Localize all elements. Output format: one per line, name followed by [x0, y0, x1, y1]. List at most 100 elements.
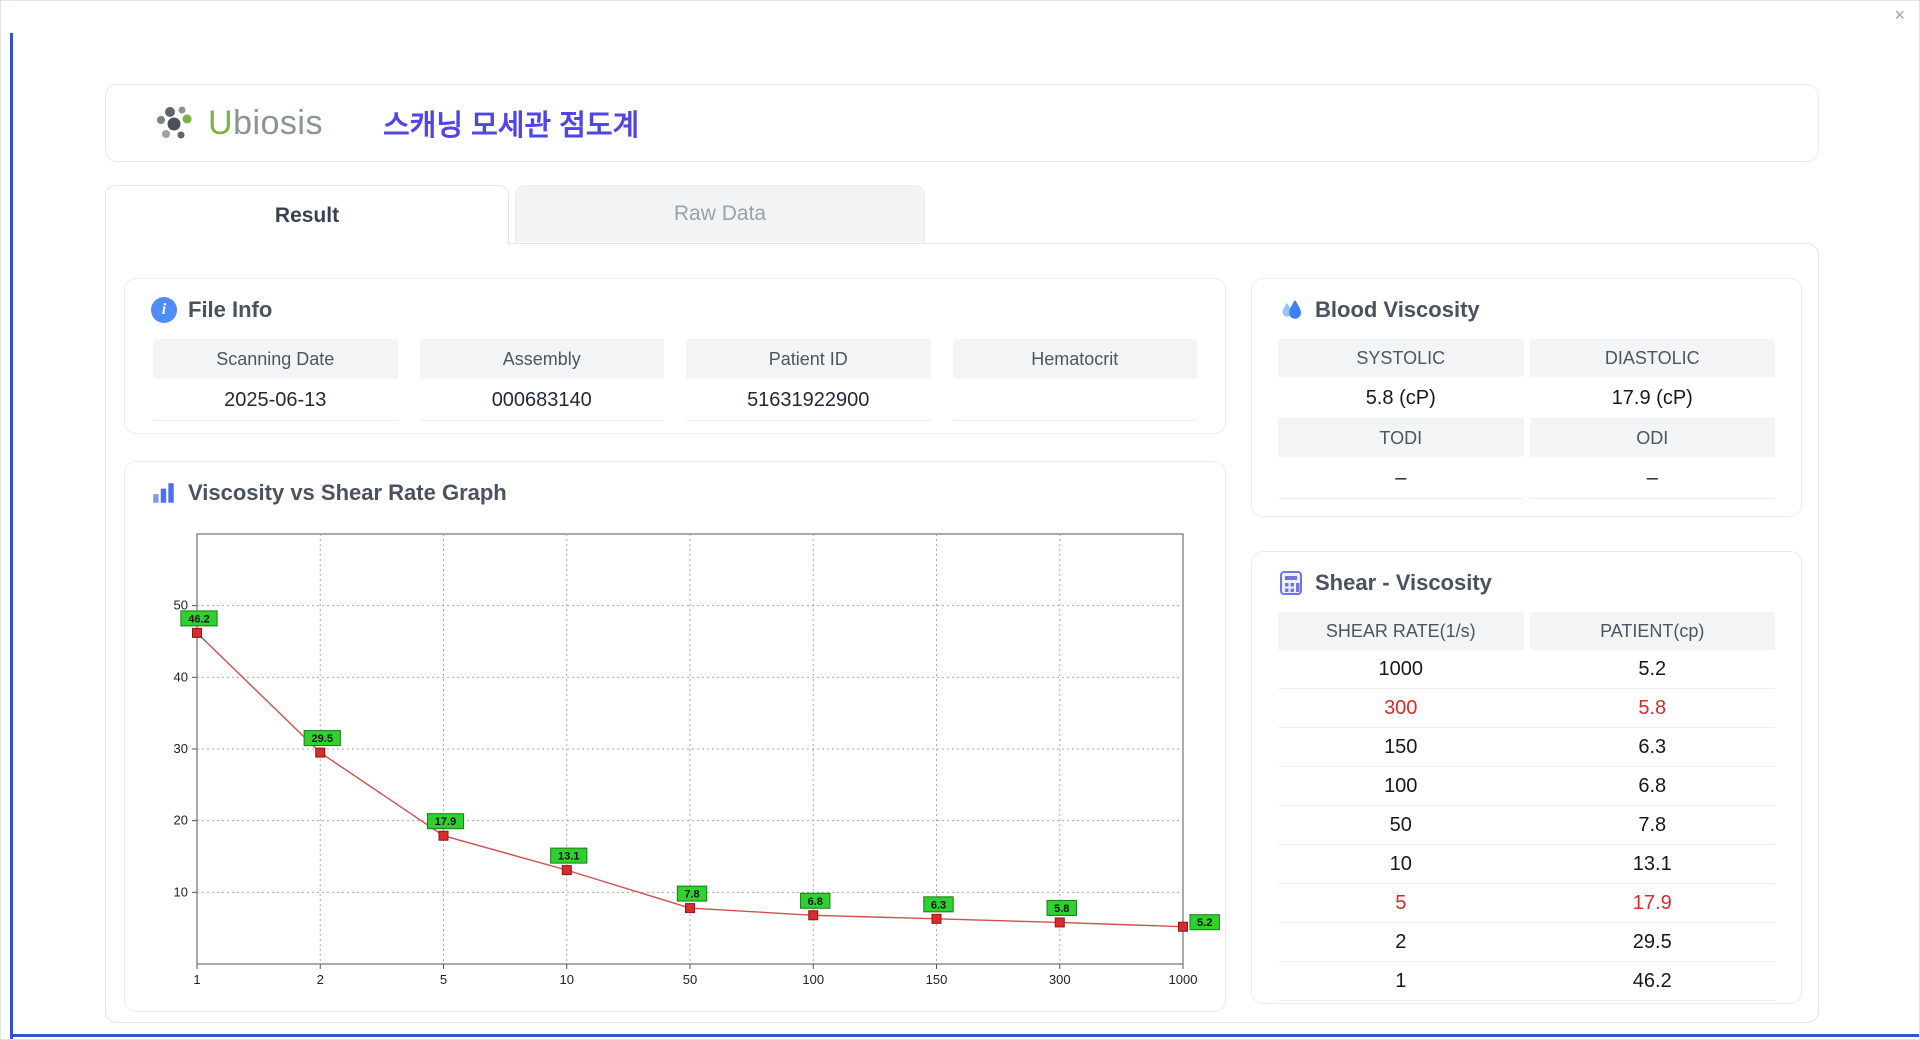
shear-rate-cell: 5 [1395, 892, 1407, 914]
svg-text:2: 2 [317, 972, 324, 987]
field-label: Assembly [419, 339, 664, 379]
app-window: × Ubiosis 스캐닝 모세관 점도계 Result Raw Data i … [0, 0, 1920, 1040]
bv-value: 5.8 (cP) [1278, 377, 1524, 419]
svg-text:100: 100 [802, 972, 824, 987]
bv-label: TODI [1278, 419, 1524, 457]
field-label: Scanning Date [153, 339, 398, 379]
tab-raw-data[interactable]: Raw Data [515, 185, 925, 242]
patient-cell: 46.2 [1632, 970, 1672, 992]
field-value: 51631922900 [686, 379, 931, 421]
field-value [952, 379, 1197, 421]
shear-table-body: 1000 5.2 300 5.8 150 6.3 100 6.8 50 7.8 10 13.1 5 17.… [1278, 650, 1775, 1001]
shear-rate-cell: 150 [1384, 736, 1418, 758]
svg-text:5.2: 5.2 [1197, 917, 1212, 929]
shear-rate-cell: 2 [1395, 931, 1407, 953]
table-row: 2 29.5 [1278, 923, 1775, 962]
info-icon: i [151, 297, 177, 323]
svg-text:6.8: 6.8 [808, 896, 823, 908]
svg-text:29.5: 29.5 [312, 733, 333, 745]
blood-viscosity-heading: Blood Viscosity [1278, 297, 1775, 323]
file-info-field: Assembly 000683140 [419, 339, 664, 421]
calculator-icon [1280, 571, 1302, 595]
table-row: 150 6.3 [1278, 728, 1775, 767]
close-icon[interactable]: × [1894, 5, 1905, 26]
field-label: Hematocrit [952, 339, 1197, 379]
file-info-fields: Scanning Date 2025-06-13 Assembly 000683… [153, 339, 1197, 421]
tab-result[interactable]: Result [105, 185, 509, 245]
file-info-field: Hematocrit [952, 339, 1197, 421]
blood-viscosity-title: Blood Viscosity [1315, 297, 1480, 322]
bv-label: DIASTOLIC [1529, 339, 1775, 377]
file-info-heading: i File Info [151, 297, 1199, 323]
svg-text:6.3: 6.3 [931, 899, 946, 911]
blood-viscosity-card: Blood Viscosity SYSTOLIC DIASTOLIC 5.8 (… [1251, 278, 1802, 517]
patient-cell: 13.1 [1632, 853, 1672, 875]
table-row: 50 7.8 [1278, 806, 1775, 845]
header: Ubiosis 스캐닝 모세관 점도계 [105, 84, 1819, 162]
shear-rate-cell: 1000 [1378, 658, 1424, 680]
svg-text:10: 10 [560, 972, 574, 987]
shear-rate-cell: 1 [1395, 970, 1407, 992]
column-header-shear-rate: SHEAR RATE(1/s) [1278, 612, 1524, 650]
shear-viscosity-title: Shear - Viscosity [1315, 570, 1492, 595]
shear-rate-cell: 10 [1389, 853, 1412, 875]
svg-text:30: 30 [174, 741, 188, 756]
svg-text:17.9: 17.9 [435, 816, 456, 828]
patient-cell: 17.9 [1632, 892, 1672, 914]
viscosity-chart: 1 2 5 10 50 100 150 300 1000102030405046.229.517… [174, 533, 1220, 987]
table-row: 1 46.2 [1278, 962, 1775, 1001]
ubiosis-logo-icon [157, 106, 192, 139]
bv-value: – [1278, 457, 1524, 499]
file-info-field: Scanning Date 2025-06-13 [153, 339, 398, 421]
viscosity-graph-card: Viscosity vs Shear Rate Graph 1 2 5 10 50 100… [124, 461, 1226, 1012]
bv-value: 17.9 (cP) [1529, 377, 1775, 419]
table-row: 100 6.8 [1278, 767, 1775, 806]
svg-text:7.8: 7.8 [684, 889, 699, 901]
svg-text:13.1: 13.1 [558, 851, 579, 863]
shear-rate-cell: 300 [1384, 697, 1418, 719]
field-label: Patient ID [686, 339, 931, 379]
svg-text:1: 1 [193, 972, 200, 987]
patient-cell: 6.3 [1638, 736, 1667, 758]
column-header-patient: PATIENT(cp) [1529, 612, 1775, 650]
patient-cell: 6.8 [1638, 775, 1667, 797]
svg-text:10: 10 [174, 884, 188, 899]
window-accent-left [10, 33, 13, 1039]
graph-heading: Viscosity vs Shear Rate Graph [151, 480, 1199, 506]
logo-u: U [208, 103, 234, 142]
file-info-title: File Info [188, 297, 273, 322]
patient-cell: 7.8 [1638, 814, 1667, 836]
bv-label: SYSTOLIC [1278, 339, 1524, 377]
patient-cell: 5.8 [1638, 697, 1667, 719]
svg-text:46.2: 46.2 [188, 613, 209, 625]
shear-rate-cell: 50 [1389, 814, 1412, 836]
table-row: 10 13.1 [1278, 845, 1775, 884]
table-row: 5 17.9 [1278, 884, 1775, 923]
svg-text:5.8: 5.8 [1054, 903, 1069, 915]
result-panel: i File Info Scanning Date 2025-06-13 Ass… [105, 243, 1819, 1023]
svg-text:40: 40 [174, 669, 188, 684]
svg-text:50: 50 [683, 972, 697, 987]
shear-viscosity-card: Shear - Viscosity SHEAR RATE(1/s) PATIEN… [1251, 551, 1802, 1004]
svg-text:5: 5 [440, 972, 447, 987]
table-row: 300 5.8 [1278, 689, 1775, 728]
app-title: 스캐닝 모세관 점도계 [383, 110, 640, 142]
svg-text:20: 20 [174, 813, 188, 828]
blood-viscosity-grid: SYSTOLIC DIASTOLIC 5.8 (cP) 17.9 (cP) TO… [1278, 339, 1775, 499]
patient-cell: 29.5 [1632, 931, 1672, 953]
field-value: 2025-06-13 [153, 379, 398, 421]
shear-table-header: SHEAR RATE(1/s) PATIENT(cp) [1278, 612, 1775, 650]
bar-chart-icon [153, 483, 174, 503]
shear-viscosity-heading: Shear - Viscosity [1278, 570, 1775, 596]
file-info-field: Patient ID 51631922900 [686, 339, 931, 421]
field-value: 000683140 [419, 379, 664, 421]
shear-rate-cell: 100 [1384, 775, 1418, 797]
window-accent-bottom [10, 1034, 1919, 1037]
logo-rest: biosis [233, 103, 323, 142]
svg-text:150: 150 [926, 972, 948, 987]
svg-text:1000: 1000 [1169, 972, 1198, 987]
patient-cell: 5.2 [1638, 658, 1667, 680]
logo-text: Ubiosis [208, 104, 323, 143]
table-row: 1000 5.2 [1278, 650, 1775, 689]
droplet-icon [1282, 300, 1301, 319]
